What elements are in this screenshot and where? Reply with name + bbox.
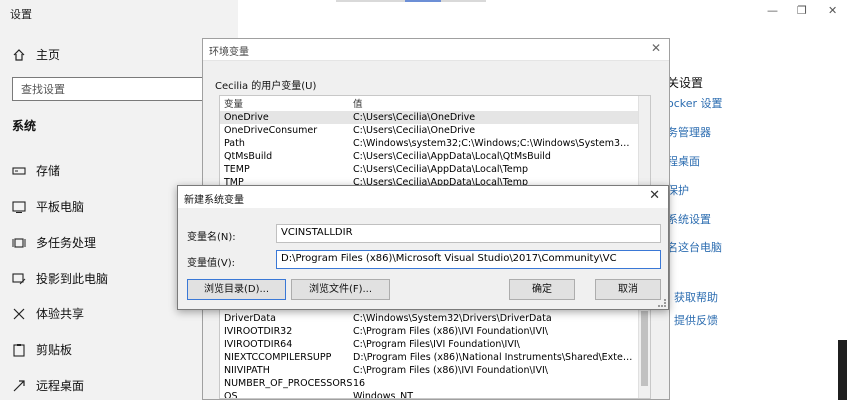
table-row[interactable]: IVIROOTDIR64 C:\Program Files\IVI Founda… [220, 338, 638, 351]
env-dialog-titlebar: 环境变量 ✕ [203, 39, 669, 61]
top-tab-accent [405, 0, 441, 2]
tablet-icon [12, 200, 26, 213]
help-link-feedback[interactable]: 提供反馈 [674, 312, 718, 328]
var-value: C:\Users\Cecilia\AppData\Local\Temp [353, 164, 529, 175]
clipboard-icon [13, 343, 25, 357]
var-value: 16 [353, 378, 366, 389]
var-name: IVIROOTDIR32 [224, 326, 293, 337]
table-row[interactable]: OneDriveConsumer C:\Users\Cecilia\OneDri… [220, 124, 638, 137]
close-icon[interactable]: ✕ [651, 41, 661, 55]
projection-icon [12, 272, 26, 284]
scrollbar-thumb[interactable] [641, 311, 648, 386]
taskbar-edge [838, 340, 847, 400]
multitasking-icon [12, 237, 26, 248]
nav-home[interactable]: 主页 [12, 46, 60, 63]
user-vars-label: Cecilia 的用户变量(U) [215, 81, 317, 92]
maximize-button[interactable]: ❐ [797, 4, 807, 17]
close-button[interactable]: ✕ [828, 4, 837, 17]
table-row[interactable]: DriverData C:\Windows\System32\Drivers\D… [220, 312, 638, 325]
new-system-variable-dialog: 新建系统变量 ✕ 变量名(N): VCINSTALLDIR 变量值(V): D:… [177, 185, 669, 310]
table-row[interactable]: NIIVIPATH C:\Program Files (x86)\IVI Fou… [220, 364, 638, 377]
var-value: Windows_NT [353, 391, 414, 399]
var-name: DriverData [224, 313, 276, 324]
var-value: C:\Windows\system32;C:\Windows;C:\Window… [353, 138, 635, 149]
table-row[interactable]: QtMsBuild C:\Users\Cecilia\AppData\Local… [220, 150, 638, 163]
browse-file-button[interactable]: 浏览文件(F)... [291, 279, 390, 300]
table-row[interactable]: TEMP C:\Users\Cecilia\AppData\Local\Temp [220, 163, 638, 176]
ok-button[interactable]: 确定 [509, 279, 575, 300]
nav-item-label: 远程桌面 [36, 379, 85, 393]
env-dialog-title: 环境变量 [209, 47, 249, 58]
var-value: C:\Users\Cecilia\OneDrive [353, 125, 476, 136]
var-name-field[interactable]: VCINSTALLDIR [276, 224, 661, 243]
var-name: TEMP [224, 164, 250, 175]
search-input[interactable]: 查找设置 [12, 77, 212, 101]
nav-item-label: 体验共享 [36, 307, 85, 321]
new-dialog-titlebar: 新建系统变量 ✕ [178, 186, 668, 208]
related-link-protection[interactable]: 保护 [667, 182, 689, 198]
nav-item-label: 多任务处理 [36, 236, 97, 250]
table-row[interactable]: IVIROOTDIR32 C:\Program Files (x86)\IVI … [220, 325, 638, 338]
nav-item-remote-desktop[interactable]: 远程桌面 [12, 377, 84, 394]
related-link-docker[interactable]: ocker 设置 [667, 95, 723, 111]
related-link-rename-pc[interactable]: 名这台电脑 [667, 239, 722, 255]
var-name: OS [224, 391, 238, 399]
var-name: QtMsBuild [224, 151, 273, 162]
settings-window-title: 设置 [10, 8, 32, 21]
remote-desktop-icon [13, 379, 25, 391]
nav-item-clipboard[interactable]: 剪贴板 [12, 341, 72, 358]
table-row[interactable]: NUMBER_OF_PROCESSORS 16 [220, 377, 638, 390]
resize-grip-icon[interactable] [658, 299, 666, 307]
var-name: NIEXTCCOMPILERSUPP [224, 352, 332, 363]
var-value: C:\Program Files (x86)\IVI Foundation\IV… [353, 365, 548, 376]
nav-item-label: 投影到此电脑 [36, 272, 109, 286]
var-name: OneDriveConsumer [224, 125, 318, 136]
nav-home-label: 主页 [36, 48, 61, 62]
related-link-device-manager[interactable]: 务管理器 [667, 124, 711, 140]
nav-item-projection[interactable]: 投影到此电脑 [12, 270, 108, 287]
var-value: C:\Users\Cecilia\AppData\Local\QtMsBuild [353, 151, 551, 162]
var-name: Path [224, 138, 245, 149]
var-value-field[interactable]: D:\Program Files (x86)\Microsoft Visual … [276, 250, 661, 269]
var-name-label: 变量名(N): [187, 232, 236, 243]
browse-directory-button[interactable]: 浏览目录(D)... [187, 279, 286, 300]
column-header-name: 变量 [224, 99, 244, 110]
table-row[interactable]: NIEXTCCOMPILERSUPP D:\Program Files (x86… [220, 351, 638, 364]
nav-item-label: 存储 [36, 164, 61, 178]
related-settings-heading: 关设置 [667, 76, 704, 90]
minimize-button[interactable]: — [767, 4, 778, 17]
var-value: D:\Program Files (x86)\National Instrume… [353, 352, 635, 363]
cancel-button[interactable]: 取消 [595, 279, 661, 300]
nav-item-label: 平板电脑 [36, 200, 85, 214]
section-title: 系统 [12, 119, 37, 133]
var-name: NUMBER_OF_PROCESSORS [224, 378, 353, 389]
help-link-get-help[interactable]: 获取帮助 [674, 289, 718, 305]
nav-item-storage[interactable]: 存储 [12, 162, 60, 179]
table-row[interactable]: OS Windows_NT [220, 390, 638, 399]
table-row[interactable]: OneDrive C:\Users\Cecilia\OneDrive [220, 111, 638, 124]
new-dialog-title: 新建系统变量 [184, 195, 244, 206]
var-name: IVIROOTDIR64 [224, 339, 293, 350]
nav-item-label: 剪贴板 [36, 343, 73, 357]
shared-experience-icon [13, 308, 25, 319]
nav-item-tablet[interactable]: 平板电脑 [12, 198, 84, 215]
column-header-value: 值 [353, 99, 363, 110]
home-icon [13, 48, 25, 61]
var-name: NIIVIPATH [224, 365, 270, 376]
var-value-label: 变量值(V): [187, 258, 236, 269]
var-value: C:\Windows\System32\Drivers\DriverData [353, 313, 552, 324]
close-icon[interactable]: ✕ [649, 188, 660, 203]
related-link-system-settings[interactable]: 系统设置 [667, 211, 711, 227]
var-value: C:\Users\Cecilia\OneDrive [353, 112, 476, 123]
nav-item-shared-experience[interactable]: 体验共享 [12, 305, 84, 322]
var-value: C:\Program Files\IVI Foundation\IVI\ [353, 339, 520, 350]
var-value: C:\Program Files (x86)\IVI Foundation\IV… [353, 326, 548, 337]
var-name: OneDrive [224, 112, 269, 123]
table-row[interactable]: Path C:\Windows\system32;C:\Windows;C:\W… [220, 137, 638, 150]
var-list-header: 变量 值 [220, 98, 638, 111]
storage-icon [12, 166, 26, 175]
nav-item-multitasking[interactable]: 多任务处理 [12, 234, 96, 251]
related-link-remote-desktop[interactable]: 程桌面 [667, 153, 700, 169]
